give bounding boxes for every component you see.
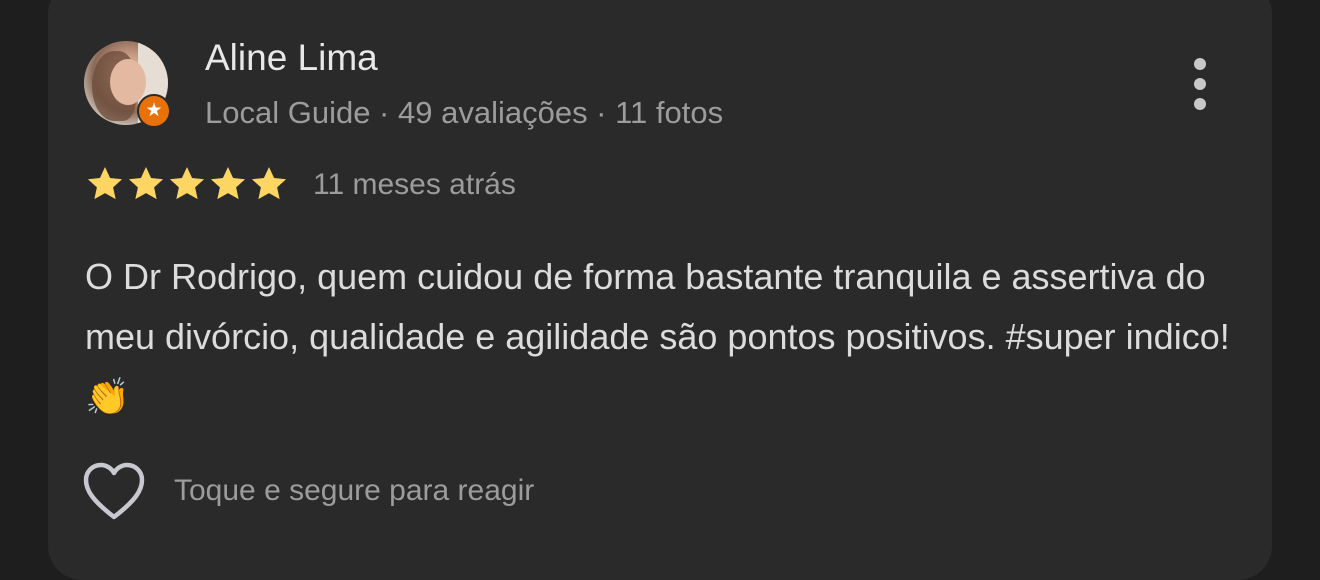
review-text: O Dr Rodrigo, quem cuidou de forma basta… <box>85 256 1230 417</box>
review-time: 11 meses atrás <box>313 168 516 201</box>
author-meta: Local Guide · 49 avaliações · 11 fotos <box>205 95 724 130</box>
star-rating <box>85 164 289 204</box>
author-avatar[interactable]: ★ <box>84 41 171 128</box>
star-icon <box>210 167 246 200</box>
author-name[interactable]: Aline Lima <box>205 37 378 79</box>
star-icon <box>128 167 164 200</box>
star-icon <box>251 167 287 200</box>
star-icon <box>169 167 205 200</box>
more-options-icon[interactable] <box>1188 58 1214 110</box>
react-hint: Toque e segure para reagir <box>174 474 535 507</box>
star-icon <box>87 167 123 200</box>
heart-outline-icon[interactable] <box>82 462 146 522</box>
local-guide-star-icon: ★ <box>137 94 171 128</box>
